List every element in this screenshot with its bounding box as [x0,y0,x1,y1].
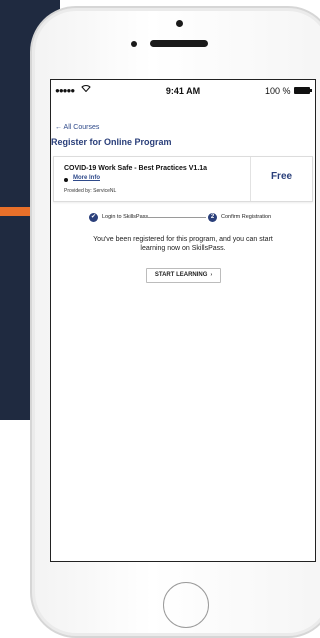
chevron-right-icon: › [210,272,213,278]
step-connector [144,217,206,218]
step-number-badge: 2 [208,213,217,222]
price-label: Free [270,171,293,182]
battery-percent: 100 % [265,86,291,96]
phone-screen: ●●●●● 9:41 AM 100 % ← All Courses Regist… [50,79,316,562]
back-link-all-courses[interactable]: ← All Courses [55,124,99,131]
more-info-link[interactable]: More Info [73,175,100,181]
provider-text: Provided by: ServiceNL [64,188,117,194]
home-button[interactable] [163,582,209,628]
front-sensor-icon [131,41,137,47]
start-learning-label: START LEARNING [154,272,208,278]
status-bar: ●●●●● 9:41 AM 100 % [51,80,315,102]
registration-message: You've been registered for this program,… [93,236,273,252]
course-card: COVID-19 Work Safe - Best Practices V1.1… [53,156,313,202]
page-title: Register for Online Program [51,137,172,147]
check-icon: ✔ [89,213,98,222]
bullet-icon [64,178,68,182]
step-login-label: Login to SkillsPass [102,214,149,220]
speaker-grille [150,40,208,47]
course-title: COVID-19 Work Safe - Best Practices V1.1… [64,165,208,172]
start-learning-button[interactable]: START LEARNING › [146,268,221,283]
step-confirm-label: Confirm Registration [221,214,272,220]
camera-icon [176,20,183,27]
battery-icon [294,87,312,94]
